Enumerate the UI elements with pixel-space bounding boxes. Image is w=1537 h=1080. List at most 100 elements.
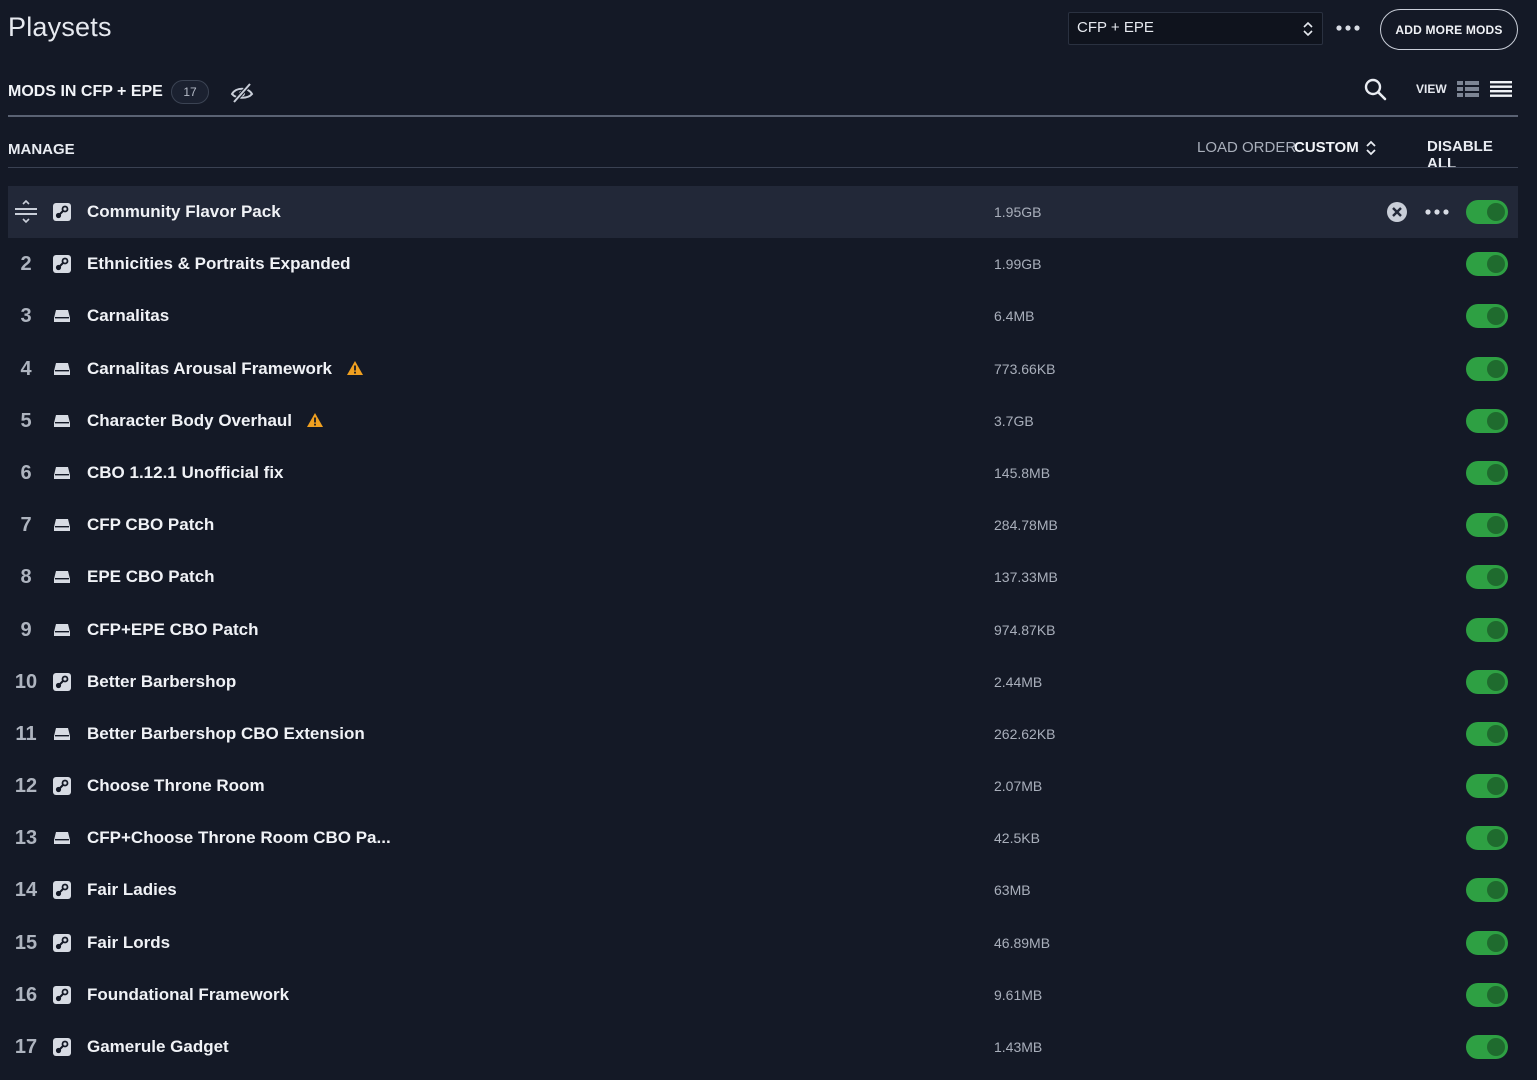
mod-row[interactable]: 8 EPE CBO Patch 137.33MB [8, 551, 1518, 603]
steam-icon [52, 776, 72, 796]
steam-icon [52, 254, 72, 274]
mod-row[interactable]: 12 Choose Throne Room 2.07MB [8, 760, 1518, 812]
mod-row[interactable]: 6 CBO 1.12.1 Unofficial fix 145.8MB [8, 447, 1518, 499]
mod-name: Carnalitas Arousal Framework [87, 358, 333, 378]
mod-enable-toggle[interactable] [1466, 669, 1508, 694]
load-order-number: 14 [14, 879, 38, 902]
mod-enable-toggle[interactable] [1466, 460, 1508, 485]
mod-row[interactable]: 10 Better Barbershop 2.44MB [8, 656, 1518, 708]
mod-name-wrap: Gamerule Gadget [87, 1021, 229, 1073]
mod-name: CFP CBO Patch [87, 515, 215, 535]
mod-more-icon[interactable] [1422, 202, 1452, 222]
mod-name: Character Body Overhaul [87, 410, 293, 430]
mod-enable-toggle[interactable] [1466, 826, 1508, 851]
mod-enable-toggle[interactable] [1466, 304, 1508, 329]
mod-row[interactable]: 17 Gamerule Gadget 1.43MB [8, 1021, 1518, 1073]
mod-enable-toggle[interactable] [1466, 774, 1508, 799]
toggle-knob [1487, 985, 1505, 1004]
mod-size: 42.5KB [994, 830, 1040, 847]
mod-enable-toggle[interactable] [1466, 408, 1508, 433]
mod-size: 46.89MB [994, 934, 1051, 951]
mod-row[interactable]: 11 Better Barbershop CBO Extension 262.62K… [8, 708, 1518, 760]
eye-slash-icon[interactable] [230, 80, 254, 104]
mod-enable-toggle[interactable] [1466, 721, 1508, 746]
mod-name-wrap: Foundational Framework [87, 969, 289, 1021]
mod-size: 1.99GB [994, 256, 1042, 273]
load-order-label: LOAD ORDER [1197, 139, 1297, 156]
mod-row[interactable]: 7 CFP CBO Patch 284.78MB [8, 499, 1518, 551]
mod-enable-toggle[interactable] [1466, 513, 1508, 538]
mod-row[interactable]: 13 CFP+Choose Throne Room CBO Pa... 42.5KB [8, 812, 1518, 864]
mod-enable-toggle[interactable] [1466, 200, 1508, 224]
mod-enable-toggle[interactable] [1466, 930, 1508, 955]
warning-icon[interactable] [306, 397, 324, 427]
local-drive-icon [52, 515, 72, 535]
mod-enable-toggle[interactable] [1466, 1035, 1508, 1059]
toggle-knob [1487, 724, 1505, 743]
mod-name: Community Flavor Pack [87, 202, 281, 221]
mod-size: 1.43MB [994, 1039, 1043, 1055]
warning-icon[interactable] [346, 345, 364, 375]
local-drive-icon [52, 411, 72, 431]
mod-name: Foundational Framework [87, 984, 290, 1004]
mod-enable-toggle[interactable] [1466, 982, 1508, 1007]
toggle-knob [1487, 203, 1505, 221]
view-grid-icon[interactable] [1456, 80, 1480, 98]
mod-enable-toggle[interactable] [1466, 878, 1508, 903]
mod-enable-toggle[interactable] [1466, 252, 1508, 277]
load-order-number: 6 [20, 461, 32, 484]
load-order-number: 10 [14, 670, 38, 693]
mod-name: EPE CBO Patch [87, 567, 215, 587]
add-more-mods-button[interactable]: ADD MORE MODS [1380, 9, 1518, 50]
search-icon[interactable] [1363, 77, 1387, 101]
top-bar: Playsets CFP + EPE ADD MORE MODS [0, 0, 1537, 60]
mod-row[interactable]: Community Flavor Pack 1.95GB [8, 186, 1518, 239]
load-order-number: 7 [20, 514, 32, 537]
load-order-number: 16 [14, 983, 38, 1006]
mod-count-badge: 17 [171, 80, 209, 104]
mod-name-wrap: Community Flavor Pack [87, 186, 281, 238]
view-list-icon[interactable] [1489, 80, 1513, 98]
toggle-knob [1487, 933, 1505, 952]
steam-icon [52, 985, 72, 1005]
manage-label: MANAGE [8, 141, 75, 158]
mod-enable-toggle[interactable] [1466, 565, 1508, 590]
mod-name: Gamerule Gadget [87, 1037, 229, 1056]
playset-more-icon[interactable] [1333, 16, 1363, 40]
mod-enable-toggle[interactable] [1466, 617, 1508, 642]
load-order-number: 11 [15, 722, 37, 745]
mod-size: 63MB [994, 882, 1031, 899]
chevron-updown-icon[interactable] [1365, 139, 1377, 157]
mod-enable-toggle[interactable] [1466, 356, 1508, 381]
mod-name-wrap: Better Barbershop CBO Extension [87, 708, 365, 760]
load-order-select[interactable]: CUSTOM [1294, 139, 1359, 156]
mod-row[interactable]: 2 Ethnicities & Portraits Expanded 1.99GB [8, 238, 1518, 290]
playset-select[interactable]: CFP + EPE [1068, 12, 1323, 45]
mod-row[interactable]: 5 Character Body Overhaul 3.7GB [8, 395, 1518, 447]
toggle-knob [1487, 672, 1505, 691]
remove-mod-icon[interactable] [1386, 201, 1408, 223]
mod-name: Better Barbershop CBO Extension [87, 723, 365, 743]
mod-row[interactable]: 9 CFP+EPE CBO Patch 974.87KB [8, 604, 1518, 656]
mod-row[interactable]: 16 Foundational Framework 9.61MB [8, 969, 1518, 1021]
toggle-knob [1487, 829, 1505, 848]
local-drive-icon [52, 620, 72, 640]
steam-icon [52, 202, 72, 222]
drag-handle-icon[interactable] [13, 199, 39, 224]
local-drive-icon [52, 359, 72, 379]
load-order-number: 13 [14, 827, 38, 850]
mod-size: 137.33MB [994, 569, 1058, 586]
toggle-knob [1487, 463, 1505, 482]
mod-name: Fair Lords [87, 932, 171, 952]
mod-row[interactable]: 3 Carnalitas 6.4MB [8, 290, 1518, 342]
mod-row[interactable]: 4 Carnalitas Arousal Framework 773.66KB [8, 343, 1518, 395]
mod-row[interactable]: 15 Fair Lords 46.89MB [8, 917, 1518, 969]
mods-section-header: MODS IN CFP + EPE 17 VIEW [8, 74, 1518, 116]
mod-name: Better Barbershop [87, 671, 237, 691]
load-order-number: 4 [20, 357, 32, 380]
playset-select-value: CFP + EPE [1077, 19, 1154, 36]
toggle-knob [1487, 255, 1505, 274]
mod-name-wrap: Better Barbershop [87, 656, 236, 708]
steam-icon [52, 933, 72, 953]
mod-row[interactable]: 14 Fair Ladies 63MB [8, 864, 1518, 916]
